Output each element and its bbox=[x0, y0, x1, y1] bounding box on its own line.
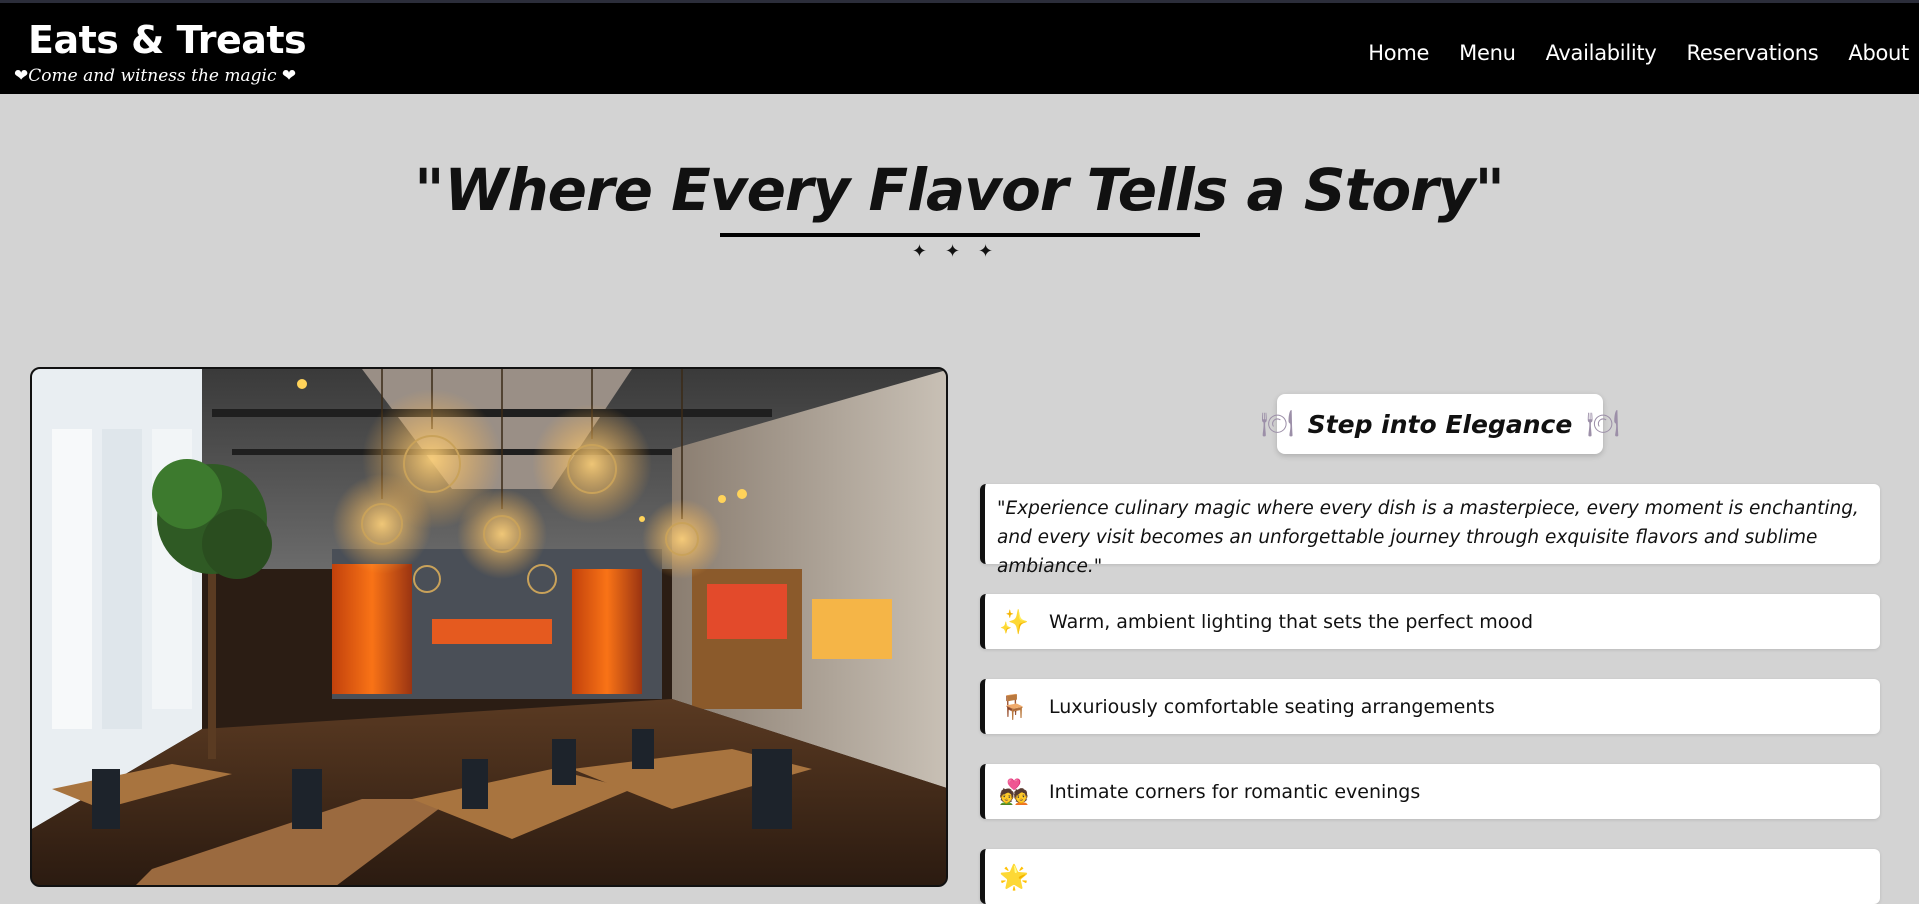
plate-icon: 🍽 bbox=[1586, 409, 1620, 439]
elegance-label: Step into Elegance bbox=[1307, 409, 1573, 439]
feature-text: Intimate corners for romantic evenings bbox=[1049, 780, 1421, 803]
hero-title: "Where Every Flavor Tells a Story" bbox=[0, 152, 1919, 228]
nav-link-reservations[interactable]: Reservations bbox=[1686, 37, 1818, 69]
main-nav: Home Menu Availability Reservations Abou… bbox=[1338, 37, 1909, 69]
nav-link-menu[interactable]: Menu bbox=[1459, 37, 1516, 69]
hero-open-quote: " bbox=[414, 156, 445, 224]
feature-text: Warm, ambient lighting that sets the per… bbox=[1049, 610, 1534, 633]
nav-link-availability[interactable]: Availability bbox=[1546, 37, 1657, 69]
tagline-text: Come and witness the magic bbox=[28, 66, 277, 86]
sparkle-ornament: ✦✦✦ bbox=[911, 241, 1012, 262]
chair-icon: 🪑 bbox=[999, 692, 1029, 721]
top-navbar: Eats & Treats ❤Come and witness the magi… bbox=[0, 0, 1919, 94]
experience-quote: "Experience culinary magic where every d… bbox=[980, 484, 1880, 577]
restaurant-interior-image bbox=[32, 369, 946, 885]
hero-underline bbox=[720, 233, 1200, 237]
star-icon: 🌟 bbox=[999, 862, 1029, 891]
feature-card-seating: 🪑 Luxuriously comfortable seating arrang… bbox=[980, 679, 1880, 734]
brand-tagline: ❤Come and witness the magic ❤ bbox=[14, 65, 296, 87]
feature-card-lighting: ✨ Warm, ambient lighting that sets the p… bbox=[980, 594, 1880, 649]
nav-link-about[interactable]: About bbox=[1848, 37, 1909, 69]
nav-link-home[interactable]: Home bbox=[1368, 37, 1429, 69]
heart-icon: ❤ bbox=[14, 66, 29, 86]
heart-icon: ❤ bbox=[281, 66, 297, 86]
sparkles-icon: ✨ bbox=[999, 607, 1029, 636]
feature-text: Luxuriously comfortable seating arrangem… bbox=[1049, 695, 1495, 718]
brand-title[interactable]: Eats & Treats bbox=[28, 17, 307, 63]
feature-card-partial: 🌟 bbox=[980, 849, 1880, 904]
elegance-badge: 🍽 Step into Elegance 🍽 bbox=[1261, 394, 1619, 454]
couple-heart-icon: 💑 bbox=[999, 777, 1029, 806]
hero-close-quote: " bbox=[1474, 156, 1505, 224]
feature-card-romantic: 💑 Intimate corners for romantic evenings bbox=[980, 764, 1880, 819]
plate-icon: 🍽 bbox=[1260, 409, 1294, 439]
restaurant-photo bbox=[30, 367, 948, 887]
hero-title-text: Where Every Flavor Tells a Story bbox=[444, 156, 1475, 224]
